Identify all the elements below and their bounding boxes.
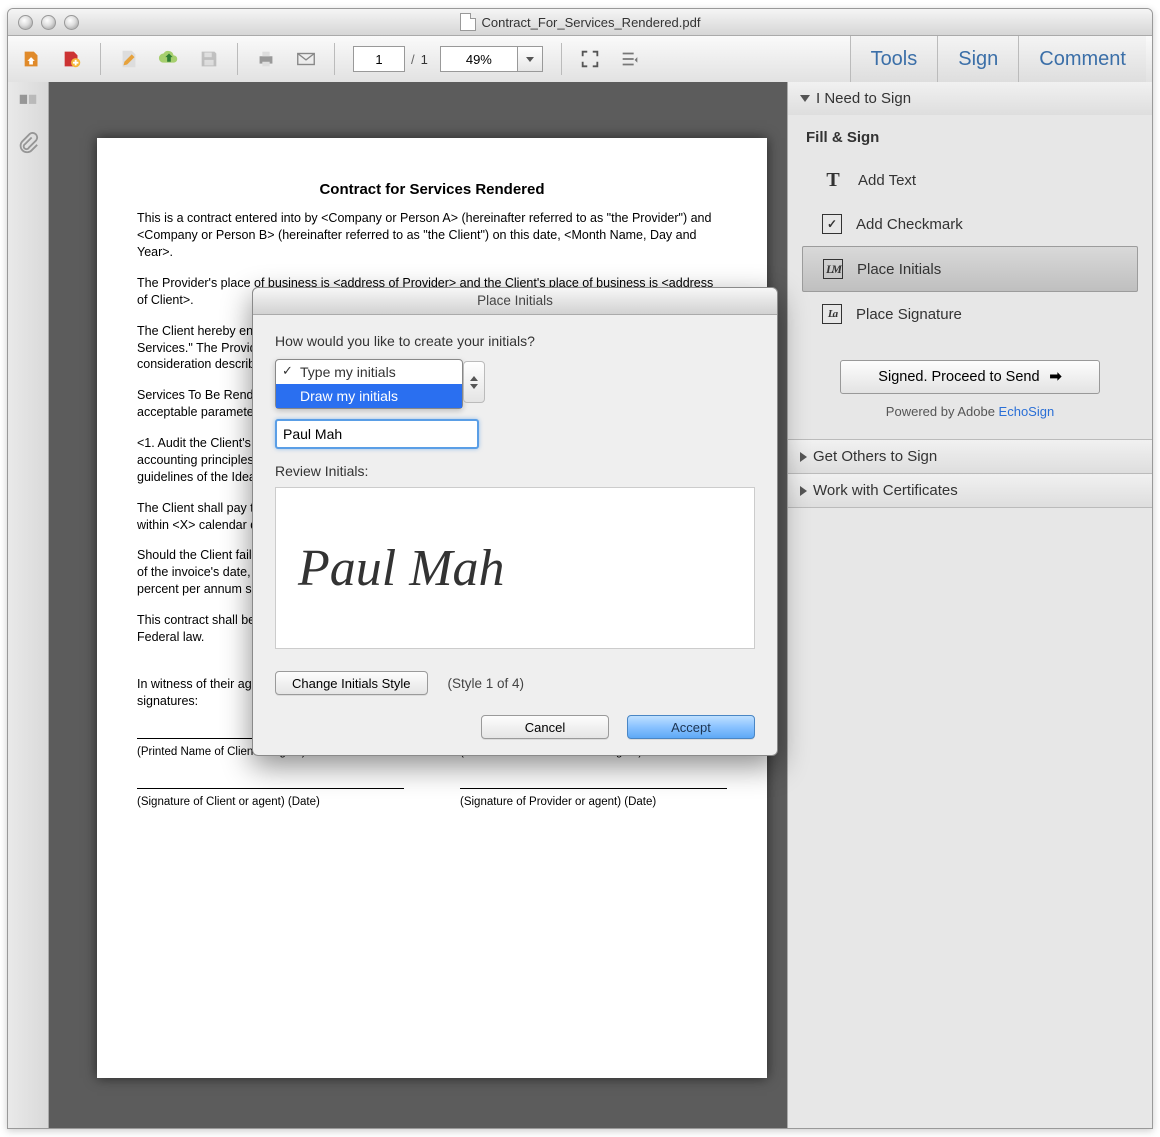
sig-caption: (Signature of Provider or agent) (Date) (460, 795, 727, 811)
fill-sign-title: Fill & Sign (806, 129, 1138, 146)
toolbar-separator (334, 43, 335, 75)
doc-paragraph: This is a contract entered into by <Comp… (137, 210, 727, 261)
checkmark-icon: ✓ (822, 214, 842, 234)
style-counter: (Style 1 of 4) (448, 676, 525, 691)
convert-pdf-button[interactable] (14, 42, 50, 76)
dropdown-option-draw[interactable]: Draw my initials (276, 384, 462, 408)
toolbar-separator (561, 43, 562, 75)
fit-page-button[interactable] (572, 42, 608, 76)
zoom-dropdown-button[interactable] (517, 46, 543, 72)
dialog-title: Place Initials (253, 288, 777, 315)
disclosure-triangle-icon (800, 486, 807, 496)
section-header[interactable]: Get Others to Sign (788, 440, 1152, 473)
section-header[interactable]: I Need to Sign (788, 82, 1152, 115)
tool-add-text[interactable]: T Add Text (802, 158, 1138, 202)
initials-icon: LM (823, 259, 843, 279)
echosign-link[interactable]: EchoSign (999, 404, 1055, 419)
window-title-text: Contract_For_Services_Rendered.pdf (482, 15, 701, 30)
tab-comment[interactable]: Comment (1018, 36, 1146, 82)
current-page-input[interactable] (353, 46, 405, 72)
more-tools-button[interactable] (612, 42, 648, 76)
upload-button[interactable] (151, 42, 187, 76)
place-initials-dialog: Place Initials How would you like to cre… (252, 287, 778, 756)
signature-icon: La (822, 304, 842, 324)
tool-place-signature[interactable]: La Place Signature (802, 292, 1138, 336)
tool-label: Place Signature (856, 306, 962, 323)
toolbar-separator (237, 43, 238, 75)
preview-text: Paul Mah (298, 539, 505, 598)
review-label: Review Initials: (275, 463, 755, 479)
sig-caption: (Signature of Client or agent) (Date) (137, 795, 404, 811)
dialog-question: How would you like to create your initia… (275, 333, 755, 349)
tool-add-checkmark[interactable]: ✓ Add Checkmark (802, 202, 1138, 246)
edit-button[interactable] (111, 42, 147, 76)
page-navigator: / 1 (353, 46, 428, 72)
window-title: Contract_For_Services_Rendered.pdf (8, 13, 1152, 31)
attachments-icon[interactable] (17, 132, 39, 154)
powered-by: Powered by Adobe EchoSign (802, 404, 1138, 419)
titlebar: Contract_For_Services_Rendered.pdf (8, 9, 1152, 36)
section-certificates: Work with Certificates (788, 474, 1152, 508)
zoom-input[interactable] (440, 46, 517, 72)
email-button[interactable] (288, 42, 324, 76)
signature-row: (Signature of Client or agent) (Date) (S… (137, 788, 727, 811)
initials-name-input[interactable] (275, 419, 479, 449)
total-pages: 1 (421, 52, 428, 67)
dropdown-option-type[interactable]: Type my initials (276, 360, 462, 384)
doc-heading: Contract for Services Rendered (137, 180, 727, 200)
change-style-button[interactable]: Change Initials Style (275, 671, 428, 695)
tool-label: Add Checkmark (856, 216, 963, 233)
proceed-label: Signed. Proceed to Send (878, 369, 1039, 385)
disclosure-triangle-icon (800, 95, 810, 102)
initials-preview: Paul Mah (275, 487, 755, 649)
tab-sign[interactable]: Sign (937, 36, 1018, 82)
right-tabs: Tools Sign Comment (850, 36, 1146, 82)
create-pdf-button[interactable] (54, 42, 90, 76)
section-header[interactable]: Work with Certificates (788, 474, 1152, 507)
tool-label: Add Text (858, 172, 916, 189)
right-panel: I Need to Sign Fill & Sign T Add Text ✓ … (787, 82, 1152, 1128)
zoom-control (440, 46, 543, 72)
section-title: I Need to Sign (816, 90, 911, 107)
print-button[interactable] (248, 42, 284, 76)
section-get-others: Get Others to Sign (788, 440, 1152, 474)
cancel-button[interactable]: Cancel (481, 715, 609, 739)
tool-place-initials[interactable]: LM Place Initials (802, 246, 1138, 292)
dropdown-stepper-icon[interactable] (463, 361, 485, 403)
section-title: Get Others to Sign (813, 448, 937, 465)
toolbar-separator (100, 43, 101, 75)
initials-method-dropdown[interactable]: Type my initials Draw my initials (275, 359, 463, 409)
toolbar: / 1 Tools Sign Comment (8, 36, 1152, 83)
section-title: Work with Certificates (813, 482, 958, 499)
proceed-to-send-button[interactable]: Signed. Proceed to Send ➡ (840, 360, 1100, 394)
disclosure-triangle-icon (800, 452, 807, 462)
left-nav (8, 82, 49, 1128)
app-window: Contract_For_Services_Rendered.pdf / 1 T… (7, 8, 1153, 1129)
thumbnails-icon[interactable] (17, 92, 39, 114)
accept-button[interactable]: Accept (627, 715, 755, 739)
section-i-need-to-sign: I Need to Sign Fill & Sign T Add Text ✓ … (788, 82, 1152, 440)
document-icon (460, 13, 476, 31)
page-separator: / (411, 52, 415, 67)
tool-label: Place Initials (857, 261, 941, 278)
tab-tools[interactable]: Tools (850, 36, 938, 82)
text-icon: T (822, 169, 844, 192)
save-button[interactable] (191, 42, 227, 76)
arrow-right-icon: ➡ (1050, 369, 1062, 385)
